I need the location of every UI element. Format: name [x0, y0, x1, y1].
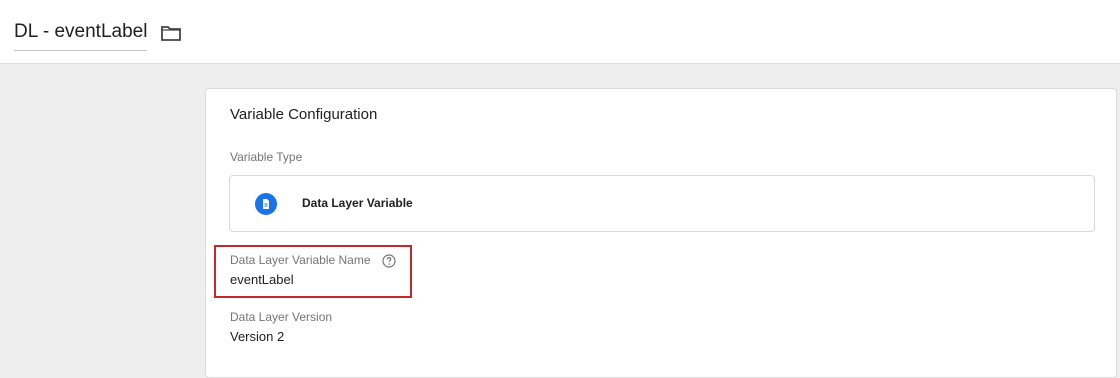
header-bar: DL - eventLabel — [0, 0, 1120, 64]
card-title: Variable Configuration — [230, 106, 378, 123]
title-wrap: DL - eventLabel — [14, 20, 182, 51]
data-layer-variable-name-value[interactable]: eventLabel — [230, 272, 294, 287]
variable-type-name: Data Layer Variable — [302, 196, 413, 210]
data-layer-variable-icon — [255, 193, 277, 215]
variable-type-selector[interactable]: Data Layer Variable — [229, 175, 1095, 232]
help-icon[interactable] — [382, 254, 396, 268]
data-layer-variable-name-label: Data Layer Variable Name — [230, 253, 371, 267]
variable-type-label: Variable Type — [230, 150, 303, 164]
data-layer-version-label: Data Layer Version — [230, 310, 333, 324]
variable-title[interactable]: DL - eventLabel — [14, 20, 148, 51]
data-layer-version-value[interactable]: Version 2 — [230, 329, 284, 344]
variable-configuration-card: Variable Configuration Variable Type Dat… — [205, 88, 1117, 378]
folder-icon[interactable] — [161, 25, 182, 41]
